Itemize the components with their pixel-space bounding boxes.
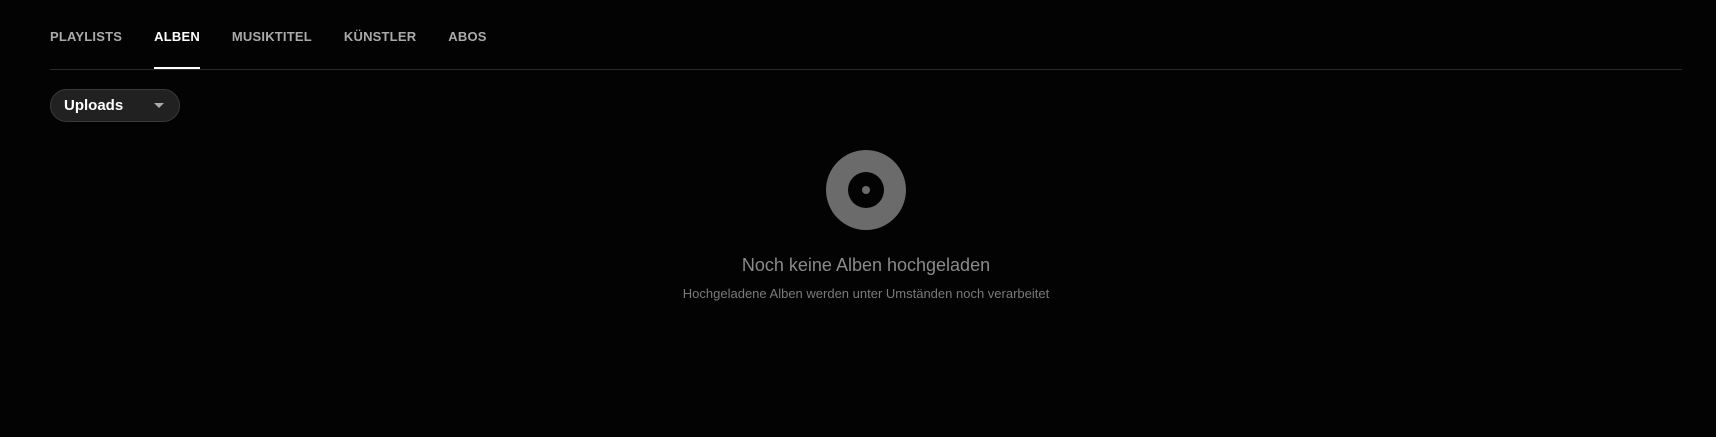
tab-albums[interactable]: ALBEN <box>154 0 200 69</box>
dropdown-selected-label: Uploads <box>64 97 124 114</box>
library-albums-page: PLAYLISTS ALBEN MUSIKTITEL KÜNSTLER ABOS… <box>0 0 1716 437</box>
library-tabs: PLAYLISTS ALBEN MUSIKTITEL KÜNSTLER ABOS <box>50 0 1682 70</box>
tab-artists[interactable]: KÜNSTLER <box>344 0 416 69</box>
tab-subscriptions[interactable]: ABOS <box>448 0 486 69</box>
tab-playlists[interactable]: PLAYLISTS <box>50 0 122 69</box>
empty-state-subtitle: Hochgeladene Alben werden unter Umstände… <box>682 286 1050 301</box>
disc-center <box>862 186 870 194</box>
tab-songs[interactable]: MUSIKTITEL <box>232 0 312 69</box>
empty-state-title: Noch keine Alben hochgeladen <box>741 255 991 275</box>
chevron-down-icon <box>154 103 164 108</box>
empty-state: Noch keine Alben hochgeladen Hochgeladen… <box>0 150 1716 301</box>
album-disc-icon <box>826 150 906 230</box>
uploads-filter-dropdown[interactable]: Uploads <box>50 89 180 122</box>
